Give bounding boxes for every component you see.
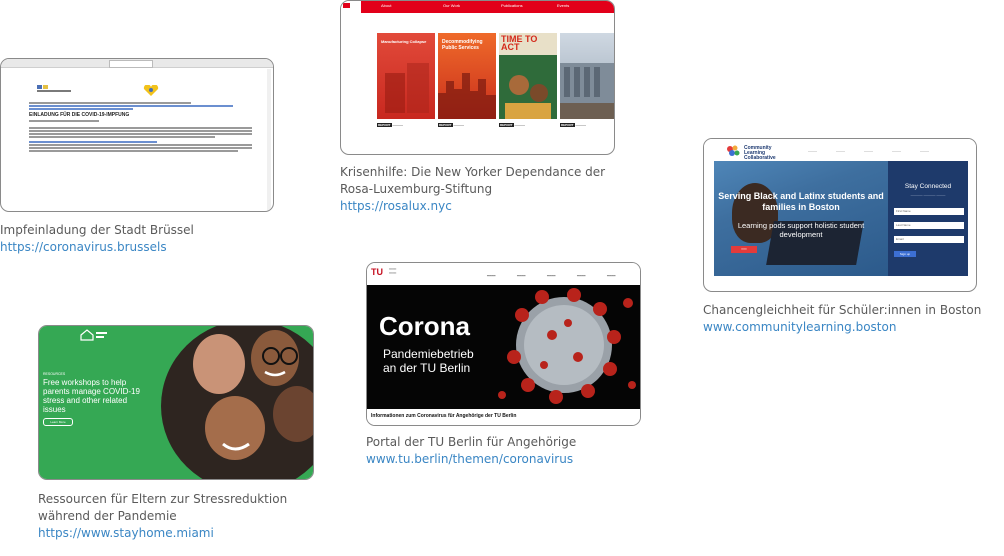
- clc-logo-icon: [727, 145, 740, 156]
- book-caption: REPORT ———: [438, 123, 464, 127]
- first-name-field[interactable]: First Name: [894, 208, 964, 215]
- building-photo-icon: [560, 63, 614, 119]
- caption-boston: Chancengleichheit für Schüler:innen in B…: [703, 302, 993, 336]
- letter-body: EINLADUNG FÜR DIE COVID-19-IMPFUNG: [29, 73, 261, 211]
- last-name-field[interactable]: Last Name: [894, 222, 964, 229]
- nav-item: ━━━━: [577, 274, 586, 278]
- info-bar-text: Informationen zum Coronavirus für Angehö…: [371, 413, 517, 419]
- hero-subline: Learning pods support holistic student d…: [737, 221, 865, 239]
- boston-hero: Serving Black and Latinx students and fa…: [714, 161, 888, 276]
- form-subtitle: ———— ———— ———: [910, 193, 946, 197]
- nav-item: Publications: [501, 3, 523, 8]
- screenshot-tu-berlin[interactable]: TU ━━━━ ━━━━ ━━━━ ━━━━ ━━━━ ━━━━ ━━━━ Co…: [366, 262, 641, 426]
- skyline-icon: [438, 73, 496, 119]
- rosalux-nav: About Our Work Publications Events: [361, 1, 614, 13]
- caption-text: Impfeinladung der Stadt Brüssel: [0, 223, 194, 237]
- screenshot-rosalux[interactable]: About Our Work Publications Events Manuf…: [340, 0, 615, 155]
- browser-toolbar: [1, 59, 273, 68]
- screenshot-boston[interactable]: Community Learning Collaborative ——— ———…: [703, 138, 977, 292]
- nav-item: ━━━━: [487, 274, 496, 278]
- book-cover: Decommodifying Public Services: [438, 33, 496, 119]
- screenshot-miami[interactable]: RESOURCES Free workshops to help parents…: [38, 325, 314, 480]
- book-cover: TIME TO ACT: [499, 33, 557, 119]
- learn-more-button[interactable]: Learn More: [43, 418, 73, 426]
- caption-link[interactable]: https://www.stayhome.miami: [38, 525, 328, 542]
- rosalux-logo: [341, 1, 361, 31]
- hero-subtitle: Pandemiebetrieb an der TU Berlin: [383, 347, 474, 375]
- nav-item: ———: [892, 149, 901, 153]
- scrollbar: [267, 69, 271, 211]
- caption-brussels: Impfeinladung der Stadt Brüssel https://…: [0, 222, 280, 256]
- nav-item: About: [381, 3, 392, 8]
- browser-tab: [109, 60, 153, 68]
- caption-text: Krisenhilfe: Die New Yorker Dependance d…: [340, 165, 606, 196]
- email-field[interactable]: Email: [894, 236, 964, 243]
- book-cover: [560, 33, 614, 119]
- caption-tu-berlin: Portal der TU Berlin für Angehörige www.…: [366, 434, 636, 468]
- nav-item: Our Work: [443, 3, 461, 8]
- caption-link[interactable]: https://coronavirus.brussels: [0, 239, 280, 256]
- book-graphic-icon: [385, 63, 429, 113]
- signup-form: Stay Connected ———— ———— ——— First Name …: [888, 161, 968, 276]
- hero-title: Corona: [379, 311, 470, 341]
- boston-header: Community Learning Collaborative ——— ———…: [704, 139, 976, 161]
- tu-logo-text: ━━━━ ━━━━: [389, 267, 397, 275]
- illustration-icon: [499, 55, 557, 119]
- book-caption: REPORT ———: [499, 123, 525, 127]
- brand-name: Community Learning Collaborative: [744, 145, 776, 161]
- nav-item: ━━━━: [547, 274, 556, 278]
- tu-hero: Corona Pandemiebetrieb an der TU Berlin: [367, 285, 640, 409]
- caption-link[interactable]: www.tu.berlin/themen/coronavirus: [366, 451, 636, 468]
- hero-headline: Serving Black and Latinx students and fa…: [718, 191, 884, 212]
- nav-item: ———: [864, 149, 873, 153]
- nav-item: ———: [920, 149, 929, 153]
- kicker-text: RESOURCES: [43, 372, 66, 376]
- caption-link[interactable]: www.communitylearning.boston: [703, 319, 993, 336]
- caption-text: Chancengleichheit für Schüler:innen in B…: [703, 303, 982, 317]
- home-logo-icon: [80, 329, 107, 341]
- info-bar[interactable]: Informationen zum Coronavirus für Angehö…: [367, 409, 640, 425]
- caption-miami: Ressourcen für Eltern zur Stressreduktio…: [38, 491, 328, 542]
- nav-item: ━━━━: [517, 274, 526, 278]
- caption-text: Portal der TU Berlin für Angehörige: [366, 435, 577, 449]
- tu-logo: TU: [371, 267, 383, 277]
- letter-heading: EINLADUNG FÜR DIE COVID-19-IMPFUNG: [29, 112, 130, 118]
- caption-link[interactable]: https://rosalux.nyc: [340, 198, 610, 215]
- virus-image-icon: [498, 288, 636, 404]
- caption-text: Ressourcen für Eltern zur Stressreduktio…: [38, 492, 288, 523]
- book-caption: REPORT ———: [560, 123, 586, 127]
- tu-header: TU ━━━━ ━━━━ ━━━━ ━━━━ ━━━━ ━━━━ ━━━━: [367, 263, 640, 286]
- caption-rosalux: Krisenhilfe: Die New Yorker Dependance d…: [340, 164, 610, 215]
- book-caption: REPORT ———: [377, 123, 403, 127]
- nav-item: ━━━━: [607, 274, 616, 278]
- hero-button[interactable]: ━━━: [731, 246, 757, 253]
- nav-item: ———: [836, 149, 845, 153]
- book-cover: Manufacturing Collapse: [377, 33, 435, 119]
- form-title: Stay Connected: [904, 183, 952, 190]
- hero-headline: Free workshops to help parents manage CO…: [43, 378, 140, 414]
- nav-item: ———: [808, 149, 817, 153]
- family-photo-icon: [161, 326, 313, 479]
- nav-item: Events: [557, 3, 570, 8]
- submit-button[interactable]: Sign up: [894, 251, 916, 257]
- screenshot-brussels[interactable]: EINLADUNG FÜR DIE COVID-19-IMPFUNG: [0, 58, 274, 212]
